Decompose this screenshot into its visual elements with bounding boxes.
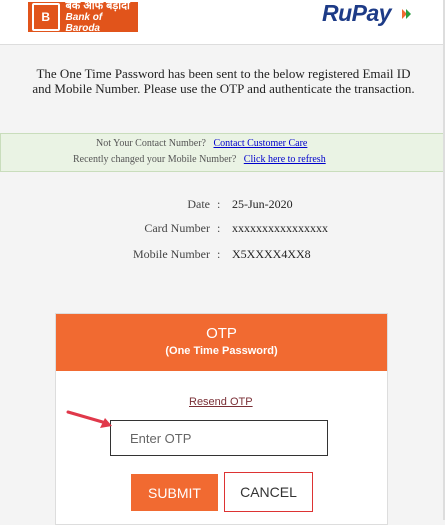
cancel-button[interactable]: CANCEL bbox=[224, 472, 313, 512]
otp-sent-message: The One Time Password has been sent to t… bbox=[32, 66, 415, 96]
refresh-link[interactable]: Click here to refresh bbox=[244, 154, 326, 165]
card-value: xxxxxxxxxxxxxxxx bbox=[232, 221, 328, 235]
otp-input[interactable] bbox=[110, 420, 328, 456]
header: B बैंक ऑफ बड़ौदा Bank of Baroda RuPay bbox=[0, 0, 445, 45]
contact-customer-care-link[interactable]: Contact Customer Care bbox=[214, 138, 308, 149]
submit-button[interactable]: SUBMIT bbox=[131, 474, 218, 511]
contact-notice: Not Your Contact Number? Contact Custome… bbox=[0, 133, 445, 172]
card-label: Card Number bbox=[144, 221, 210, 235]
resend-otp-link[interactable]: Resend OTP bbox=[189, 396, 253, 408]
date-value: 25-Jun-2020 bbox=[232, 197, 293, 211]
mobile-label: Mobile Number bbox=[133, 247, 210, 261]
mobile-prompt: Recently changed your Mobile Number? bbox=[73, 154, 237, 165]
otp-title: OTP bbox=[206, 325, 237, 342]
otp-header: OTP (One Time Password) bbox=[56, 314, 387, 371]
date-label: Date bbox=[187, 197, 210, 211]
rupay-logo: RuPay bbox=[322, 0, 392, 26]
otp-subtitle: (One Time Password) bbox=[165, 345, 278, 357]
contact-prompt: Not Your Contact Number? bbox=[96, 138, 206, 149]
bank-of-baroda-logo: B बैंक ऑफ बड़ौदा Bank of Baroda bbox=[28, 0, 138, 34]
mobile-value: X5XXXX4XX8 bbox=[232, 247, 311, 261]
bank-logo-icon: B bbox=[32, 3, 60, 31]
rupay-arrow-icon bbox=[402, 9, 411, 19]
bank-name-hindi: बैंक ऑफ बड़ौदा bbox=[65, 0, 130, 12]
bank-name: Bank of Baroda bbox=[65, 11, 103, 34]
arrow-annotation-icon bbox=[66, 410, 112, 428]
